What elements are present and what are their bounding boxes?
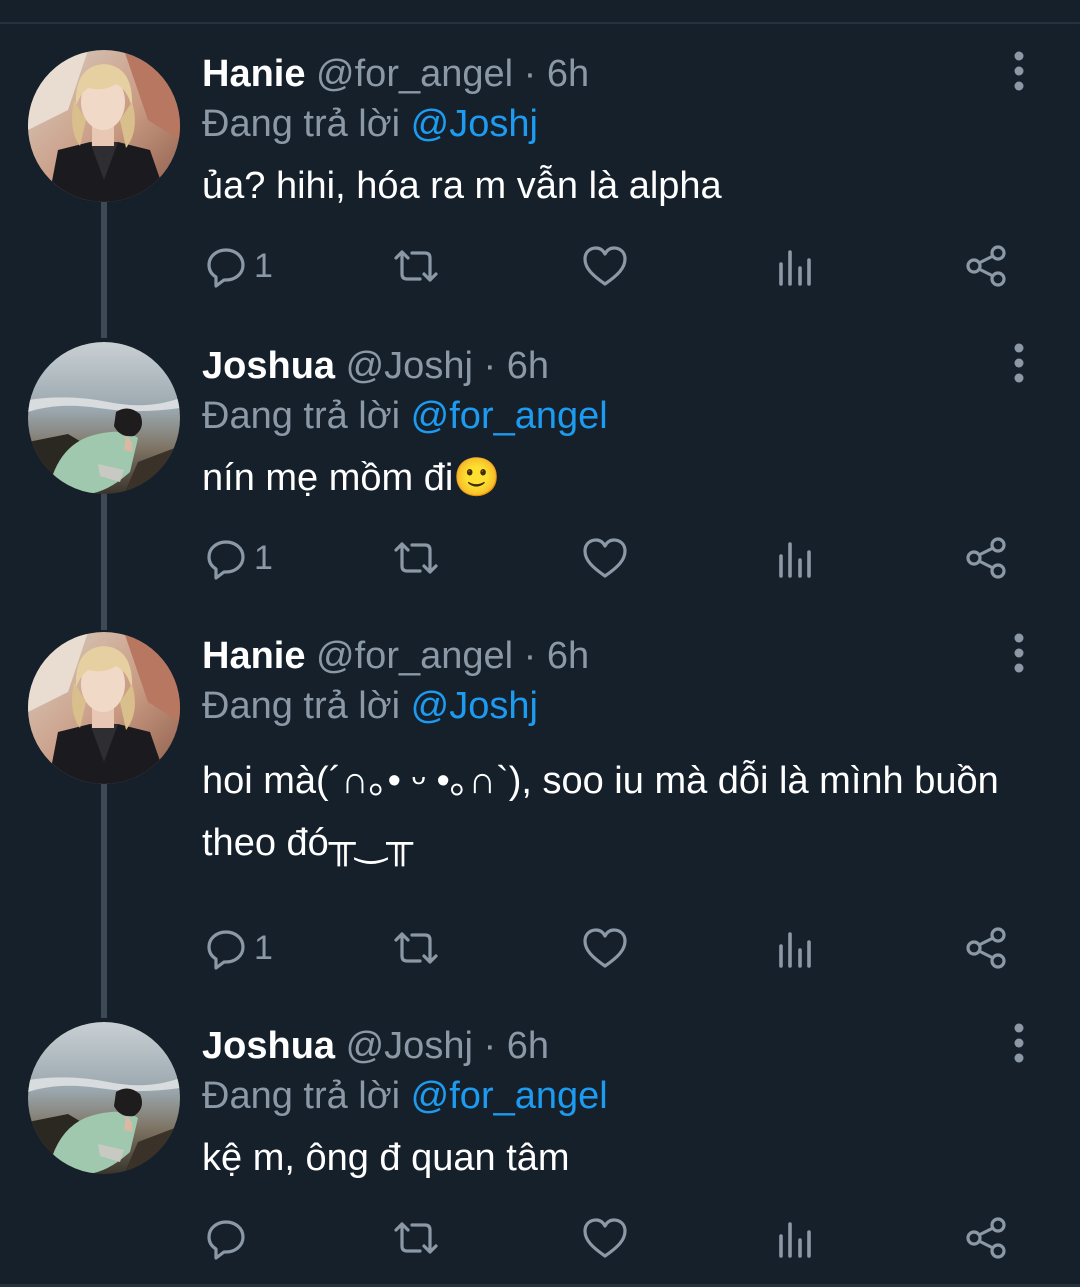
display-name[interactable]: Joshua bbox=[202, 1025, 335, 1067]
handle[interactable]: @Joshj bbox=[346, 1025, 473, 1067]
mention-link[interactable]: @Joshj bbox=[411, 103, 538, 145]
action-bar: 1 bbox=[0, 918, 1080, 978]
tweet-text: kệ m, ông đ quan tâm bbox=[202, 1130, 1062, 1186]
like-button[interactable] bbox=[582, 1208, 628, 1268]
reply-context: Đang trả lời @Joshj bbox=[202, 682, 538, 730]
like-button[interactable] bbox=[582, 918, 628, 978]
reply-button[interactable]: 1 bbox=[204, 918, 273, 978]
reply-icon bbox=[207, 930, 245, 970]
timestamp[interactable]: 6h bbox=[547, 53, 589, 95]
timestamp[interactable]: 6h bbox=[507, 1025, 549, 1067]
mention-link[interactable]: @for_angel bbox=[411, 1075, 608, 1117]
tweet-text-line: kệ m, ông đ quan tâm bbox=[202, 1137, 570, 1179]
like-icon bbox=[583, 928, 627, 968]
action-bar bbox=[0, 1208, 1080, 1268]
timestamp[interactable]: 6h bbox=[547, 635, 589, 677]
tweet-text-line: hoi mà(´∩｡• ᵕ •｡∩`), soo iu mà dỗi là mì… bbox=[202, 760, 999, 802]
reply-count: 1 bbox=[254, 538, 273, 577]
top-divider bbox=[0, 22, 1080, 24]
handle[interactable]: @for_angel bbox=[316, 635, 513, 677]
tweet-header: Hanie @for_angel · 6h bbox=[202, 632, 589, 680]
views-icon bbox=[779, 1222, 811, 1258]
retweet-icon bbox=[394, 250, 438, 282]
thread-connector bbox=[101, 782, 107, 1018]
tweet-header: Joshua @Joshj · 6h bbox=[202, 342, 549, 390]
more-icon[interactable] bbox=[1004, 628, 1034, 678]
share-button[interactable] bbox=[964, 918, 1008, 978]
views-icon bbox=[779, 542, 811, 578]
like-icon bbox=[583, 538, 627, 578]
avatar[interactable] bbox=[28, 1022, 180, 1174]
mention-link[interactable]: @Joshj bbox=[411, 685, 538, 727]
reply-count: 1 bbox=[254, 928, 273, 967]
display-name[interactable]: Joshua bbox=[202, 345, 335, 387]
like-button[interactable] bbox=[582, 528, 628, 588]
retweet-icon bbox=[394, 542, 438, 574]
share-button[interactable] bbox=[964, 1208, 1008, 1268]
reply-prefix: Đang trả lời bbox=[202, 1075, 401, 1117]
views-button[interactable] bbox=[776, 236, 816, 296]
share-icon bbox=[966, 537, 1006, 579]
share-icon bbox=[966, 1217, 1006, 1259]
like-icon bbox=[583, 246, 627, 286]
retweet-button[interactable] bbox=[390, 1208, 442, 1268]
action-bar: 1 bbox=[0, 236, 1080, 296]
share-button[interactable] bbox=[964, 528, 1008, 588]
reply-prefix: Đang trả lời bbox=[202, 395, 401, 437]
retweet-button[interactable] bbox=[390, 918, 442, 978]
share-button[interactable] bbox=[964, 236, 1008, 296]
separator-dot: · bbox=[523, 635, 537, 677]
views-button[interactable] bbox=[776, 918, 816, 978]
display-name[interactable]: Hanie bbox=[202, 53, 305, 95]
tweet-text: nín mẹ mồm đi🙂 bbox=[202, 450, 1062, 506]
avatar[interactable] bbox=[28, 50, 180, 202]
views-button[interactable] bbox=[776, 528, 816, 588]
reply-count: 1 bbox=[254, 246, 273, 285]
like-button[interactable] bbox=[582, 236, 628, 296]
like-icon bbox=[583, 1218, 627, 1258]
tweet-text: ủa? hihi, hóa ra m vẫn là alpha bbox=[202, 158, 1062, 214]
tweet-text: hoi mà(´∩｡• ᵕ •｡∩`), soo iu mà dỗi là mì… bbox=[202, 750, 1062, 874]
reply-button[interactable] bbox=[204, 1208, 248, 1268]
handle[interactable]: @Joshj bbox=[346, 345, 473, 387]
reply-context: Đang trả lời @Joshj bbox=[202, 100, 538, 148]
tweet-text-line: theo đó╥‿╥ bbox=[202, 822, 414, 864]
share-icon bbox=[966, 927, 1006, 969]
reply-prefix: Đang trả lời bbox=[202, 685, 401, 727]
retweet-icon bbox=[394, 1222, 438, 1254]
reply-prefix: Đang trả lời bbox=[202, 103, 401, 145]
action-bar: 1 bbox=[0, 528, 1080, 588]
tweet-text-line: nín mẹ mồm đi🙂 bbox=[202, 457, 501, 499]
display-name[interactable]: Hanie bbox=[202, 635, 305, 677]
reply-context: Đang trả lời @for_angel bbox=[202, 1072, 608, 1120]
tweet-header: Hanie @for_angel · 6h bbox=[202, 50, 589, 98]
separator-dot: · bbox=[483, 345, 497, 387]
retweet-icon bbox=[394, 932, 438, 964]
reply-button[interactable]: 1 bbox=[204, 236, 273, 296]
avatar[interactable] bbox=[28, 632, 180, 784]
more-icon[interactable] bbox=[1004, 338, 1034, 388]
reply-context: Đang trả lời @for_angel bbox=[202, 392, 608, 440]
timestamp[interactable]: 6h bbox=[507, 345, 549, 387]
avatar[interactable] bbox=[28, 342, 180, 494]
views-button[interactable] bbox=[776, 1208, 816, 1268]
separator-dot: · bbox=[523, 53, 537, 95]
share-icon bbox=[966, 245, 1006, 287]
mention-link[interactable]: @for_angel bbox=[411, 395, 608, 437]
views-icon bbox=[779, 932, 811, 968]
tweet-header: Joshua @Joshj · 6h bbox=[202, 1022, 549, 1070]
tweet-text-line: ủa? hihi, hóa ra m vẫn là alpha bbox=[202, 165, 722, 207]
separator-dot: · bbox=[483, 1025, 497, 1067]
reply-icon bbox=[207, 540, 245, 580]
retweet-button[interactable] bbox=[390, 528, 442, 588]
more-icon[interactable] bbox=[1004, 1018, 1034, 1068]
more-icon[interactable] bbox=[1004, 46, 1034, 96]
reply-button[interactable]: 1 bbox=[204, 528, 273, 588]
reply-icon bbox=[207, 248, 245, 288]
reply-icon bbox=[207, 1220, 245, 1260]
views-icon bbox=[779, 250, 811, 286]
retweet-button[interactable] bbox=[390, 236, 442, 296]
handle[interactable]: @for_angel bbox=[316, 53, 513, 95]
